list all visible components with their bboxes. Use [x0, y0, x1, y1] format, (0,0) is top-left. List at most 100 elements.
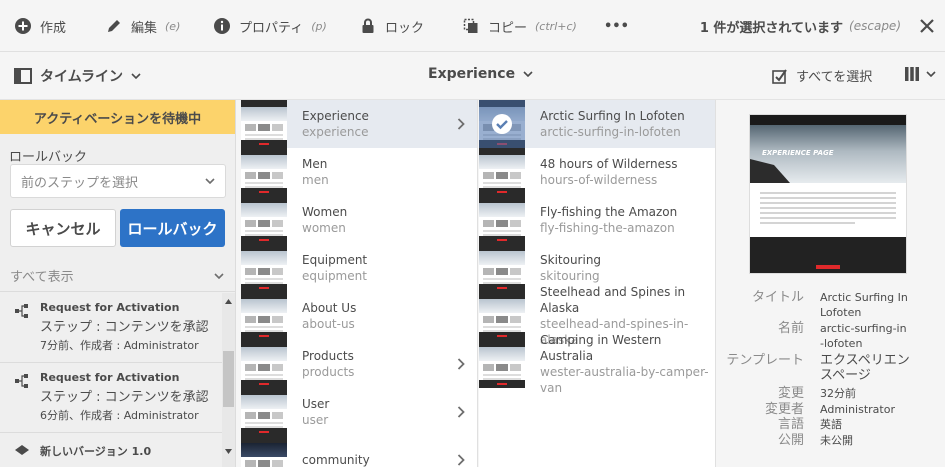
expand-row-button[interactable]	[457, 406, 465, 421]
timeline-item-meta: 7分前、作成者 : Administrator	[40, 339, 199, 352]
expand-row-button[interactable]	[457, 118, 465, 133]
edit-label: 編集	[131, 20, 158, 36]
rollback-button[interactable]: ロールバック	[120, 209, 225, 247]
selected-check-overlay[interactable]	[479, 100, 525, 148]
copy-label: コピー	[488, 20, 528, 36]
column-row[interactable]: User user	[241, 388, 477, 436]
rollback-label: ロールバック	[9, 150, 88, 165]
column-row[interactable]: About Us about-us	[241, 292, 477, 340]
preview-panel: EXPERIENCE PAGE タイトル Arctic Surfing In L…	[717, 100, 945, 467]
page-thumbnail	[479, 100, 525, 148]
content-header: タイムライン Experience すべてを選択	[0, 52, 945, 100]
meta-name-value: arctic-surfing-in-lofoten	[820, 322, 907, 350]
meta-title-value: Arctic Surfing In Lofoten	[820, 291, 908, 319]
rail-toggle-button[interactable]: タイムライン	[14, 66, 141, 86]
chevron-down-icon	[926, 71, 936, 77]
version-icon	[15, 445, 29, 455]
lock-icon	[359, 17, 377, 35]
create-button[interactable]: 作成	[14, 0, 66, 52]
row-text: 48 hours of Wilderness hours-of-wildernes…	[540, 156, 678, 188]
row-name: men	[302, 173, 329, 187]
row-text: User user	[302, 396, 329, 428]
page-thumbnail	[241, 148, 287, 196]
page-thumbnail	[479, 244, 525, 292]
checkmark-circle-icon	[492, 114, 512, 134]
timeline-item-meta: 6分前、作成者 : Administrator	[40, 409, 199, 422]
copy-button[interactable]: コピー (ctrl+c)	[462, 0, 577, 52]
meta-modifier-label: 変更者	[764, 402, 804, 417]
column-row[interactable]: Experience experience	[241, 100, 477, 148]
column-row[interactable]: Arctic Surfing In Lofoten arctic-surfing-…	[479, 100, 715, 148]
column-row[interactable]: Products products	[241, 340, 477, 388]
edit-button[interactable]: 編集 (e)	[105, 0, 180, 52]
row-title: 48 hours of Wilderness	[540, 157, 678, 171]
more-actions-button[interactable]: •••	[604, 0, 629, 52]
timeline-item[interactable]: Request for Activation ステップ : コンテンツを承認 7…	[0, 293, 222, 363]
lock-button[interactable]: ロック	[359, 0, 424, 52]
timeline-item-step: ステップ : コンテンツを承認	[40, 390, 209, 405]
meta-modifier-value: Administrator	[820, 403, 895, 416]
timeline-item-step: ステップ : コンテンツを承認	[40, 320, 209, 335]
timeline-item[interactable]: Request for Activation ステップ : コンテンツを承認 6…	[0, 363, 222, 433]
chevron-down-icon	[205, 178, 215, 184]
page-thumbnail	[241, 100, 287, 148]
column-row[interactable]: Men men	[241, 148, 477, 196]
rollback-step-select[interactable]: 前のステップを選択	[10, 164, 226, 198]
expand-row-button[interactable]	[457, 454, 465, 467]
chevron-right-icon	[457, 454, 465, 466]
activation-pending-banner: アクティベーションを待機中	[0, 100, 235, 134]
checkbox-icon	[772, 68, 787, 84]
timeline-scrollbar[interactable]	[222, 293, 235, 467]
page-thumbnail	[241, 436, 287, 467]
properties-button[interactable]: プロパティ (p)	[213, 0, 327, 52]
scrollbar-thumb[interactable]	[223, 351, 234, 407]
row-title: Equipment	[302, 253, 368, 267]
row-title: Women	[302, 205, 348, 219]
show-all-filter[interactable]: すべて表示	[0, 260, 236, 292]
selection-status: 1 件が選択されています (escape)	[700, 0, 901, 52]
column-row[interactable]: Fly-fishing the Amazon fly-fishing-the-am…	[479, 196, 715, 244]
row-name: user	[302, 413, 329, 427]
chevron-down-icon	[214, 272, 224, 279]
column-row[interactable]: Equipment equipment	[241, 244, 477, 292]
breadcrumb[interactable]: Experience	[428, 66, 533, 82]
expand-row-button[interactable]	[457, 358, 465, 373]
rail-toggle-label: タイムライン	[40, 69, 124, 85]
row-text: Experience experience	[302, 108, 369, 140]
column-row[interactable]: community	[241, 436, 477, 467]
create-label: 作成	[40, 20, 67, 36]
page-thumbnail	[241, 244, 287, 292]
row-text: Men men	[302, 156, 329, 188]
meta-template-row: テンプレート エクスペリエンスページ	[717, 353, 945, 383]
timeline-item-title: Request for Activation	[40, 301, 180, 314]
row-title: Skitouring	[540, 253, 602, 267]
info-icon	[213, 17, 231, 35]
row-text: Skitouring skitouring	[540, 252, 601, 284]
meta-modifier-row: 変更者 Administrator	[717, 402, 945, 417]
show-all-label: すべて表示	[10, 270, 74, 285]
page-thumbnail	[479, 340, 525, 388]
row-text: Arctic Surfing In Lofoten arctic-surfing-…	[540, 108, 685, 140]
column-row[interactable]: Camping in Western Australia wester-austr…	[479, 333, 715, 395]
column-row[interactable]: Women women	[241, 196, 477, 244]
select-all-button[interactable]: すべてを選択	[772, 66, 872, 85]
page-thumbnail	[241, 292, 287, 340]
workflow-icon	[15, 304, 28, 318]
timeline-version-item[interactable]: 新しいバージョン 1.0	[0, 433, 222, 459]
row-title: About Us	[302, 301, 357, 315]
row-name: fly-fishing-the-amazon	[540, 221, 675, 235]
timeline-item-title: Request for Activation	[40, 371, 180, 384]
column-row[interactable]: 48 hours of Wilderness hours-of-wildernes…	[479, 148, 715, 196]
meta-modified-row: 変更 32分前	[717, 386, 945, 401]
add-circle-icon	[14, 17, 32, 35]
scroll-down-icon[interactable]	[225, 449, 232, 454]
row-name: women	[302, 221, 346, 235]
close-selection-button[interactable]	[917, 16, 937, 36]
chevron-right-icon	[457, 118, 465, 130]
page-thumbnail	[479, 148, 525, 196]
column-view-level-2: Arctic Surfing In Lofoten arctic-surfing-…	[479, 100, 716, 467]
view-switcher[interactable]	[904, 66, 936, 82]
scroll-up-icon[interactable]	[225, 299, 232, 304]
cancel-button[interactable]: キャンセル	[10, 209, 116, 247]
row-text: community	[302, 452, 370, 467]
